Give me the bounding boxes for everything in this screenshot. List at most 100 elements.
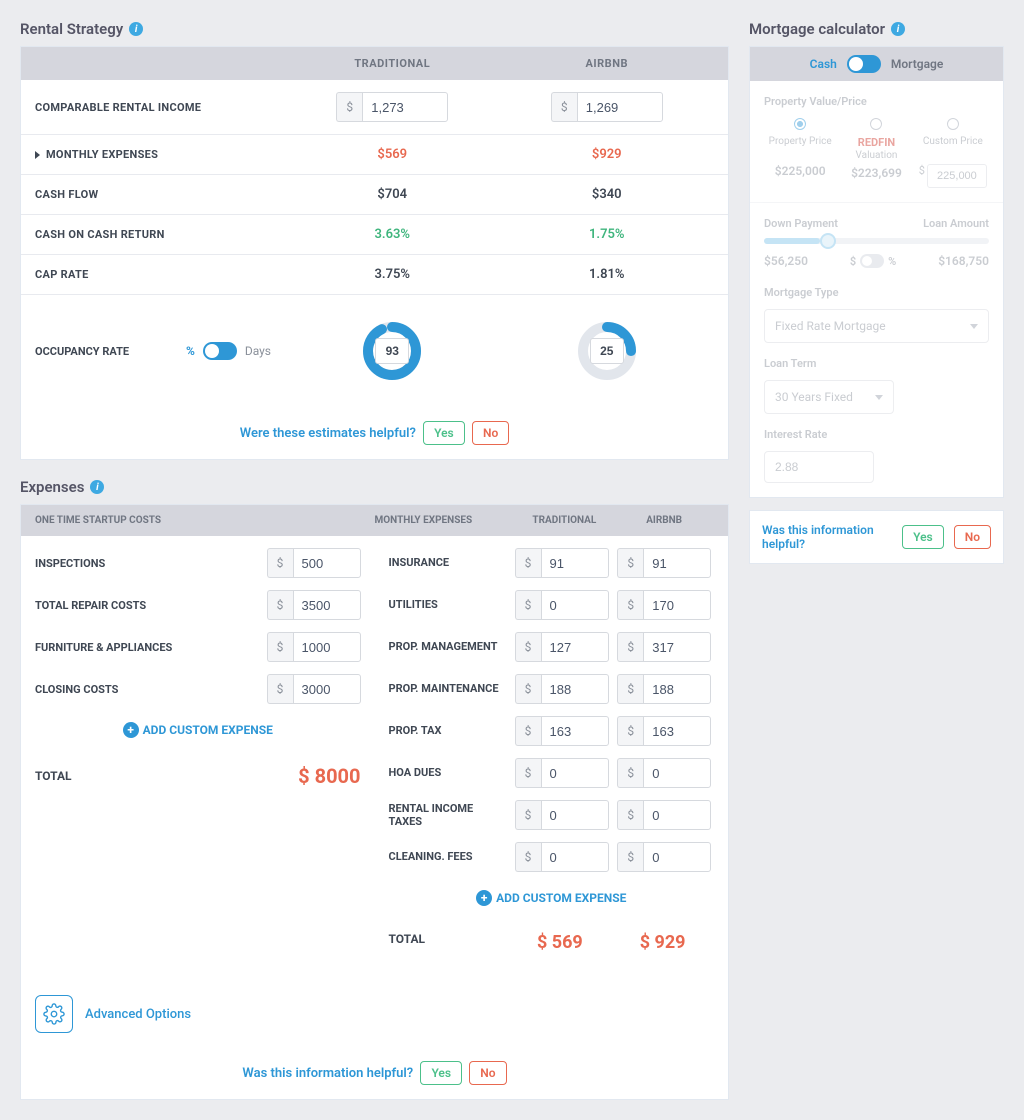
row-monthly-expenses[interactable]: MONTHLY EXPENSES $569 $929 [21, 135, 728, 175]
hoa-airbnb-input[interactable] [643, 758, 711, 788]
inspections-input[interactable] [293, 548, 361, 578]
property-price-value: $225,000 [764, 164, 836, 178]
dollar-prefix: $ [617, 548, 643, 578]
mortgage-helpful-prompt: Was this information helpful? Yes No [749, 510, 1004, 564]
rs-column-headers: TRADITIONAL AIRBNB [21, 47, 728, 80]
occupancy-airbnb-input[interactable] [590, 338, 624, 364]
mortgage-label: Mortgage calculator [749, 20, 885, 38]
interest-rate-input[interactable] [764, 451, 874, 483]
plus-icon: + [123, 722, 139, 738]
down-payment-value: $56,250 [764, 254, 808, 268]
dp-unit-toggle[interactable] [860, 254, 884, 268]
inspections-label: INSPECTIONS [35, 557, 267, 570]
cleaning-traditional-input[interactable] [541, 842, 609, 872]
dollar-prefix: $ [515, 632, 541, 662]
exp-helpful-prompt: Was this information helpful? Yes No [21, 1047, 728, 1099]
exp-row-repair: TOTAL REPAIR COSTS $ [35, 584, 361, 626]
dollar-prefix: $ [515, 590, 541, 620]
mortgage-panel: Cash Mortgage Property Value/Price Prope… [749, 46, 1004, 498]
redfin-valuation-option[interactable]: REDFINValuation $223,699 [840, 118, 912, 188]
loan-amount-label: Loan Amount [923, 217, 989, 230]
comparable-income-airbnb-input[interactable] [577, 92, 663, 122]
insurance-traditional-input[interactable] [541, 548, 609, 578]
closing-label: CLOSING COSTS [35, 683, 267, 696]
custom-price-option[interactable]: Custom Price $ [917, 118, 989, 188]
insurance-airbnb-input[interactable] [643, 548, 711, 578]
dp-pct-label: % [888, 255, 896, 268]
mortgage-helpful-text: Was this information helpful? [762, 523, 892, 551]
occupancy-pct-label: % [186, 344, 195, 358]
monthly-total-row: TOTAL $ 569 $ 929 [389, 918, 715, 967]
utilities-traditional-input[interactable] [541, 590, 609, 620]
custom-price-label: Custom Price [917, 136, 989, 160]
rs-helpful-yes-button[interactable]: Yes [423, 421, 465, 445]
cash-label: Cash [810, 57, 837, 71]
monthly-expenses-airbnb: $929 [500, 147, 715, 162]
dollar-prefix: $ [515, 716, 541, 746]
rs-helpful-no-button[interactable]: No [472, 421, 509, 445]
mortgage-type-select[interactable]: Fixed Rate Mortgage [764, 309, 989, 343]
occupancy-traditional-input[interactable] [375, 338, 409, 364]
property-price-option[interactable]: Property Price $225,000 [764, 118, 836, 188]
dollar-prefix: $ [267, 548, 293, 578]
mortgage-helpful-no-button[interactable]: No [954, 525, 991, 549]
exp-row-furniture: FURNITURE & APPLIANCES $ [35, 626, 361, 668]
mortgage-helpful-yes-button[interactable]: Yes [902, 525, 944, 549]
dollar-prefix: $ [617, 590, 643, 620]
dollar-prefix: $ [267, 590, 293, 620]
cash-mortgage-toggle[interactable] [847, 55, 881, 73]
gear-icon [35, 995, 73, 1033]
dollar-prefix: $ [515, 674, 541, 704]
advanced-options-button[interactable]: Advanced Options [21, 981, 728, 1047]
cleaning-airbnb-input[interactable] [643, 842, 711, 872]
monthly-expenses-traditional: $569 [285, 147, 500, 162]
exp-row-utilities: UTILITIES $ $ [389, 584, 715, 626]
dollar-prefix: $ [551, 92, 577, 122]
exp-row-income-tax: RENTAL INCOME TAXES $ $ [389, 794, 715, 836]
custom-price-input[interactable] [927, 164, 987, 188]
dollar-prefix: $ [617, 758, 643, 788]
repair-input[interactable] [293, 590, 361, 620]
hoa-traditional-input[interactable] [541, 758, 609, 788]
exp-row-management: PROP. MANAGEMENT $ $ [389, 626, 715, 668]
redfin-value: $223,699 [840, 166, 912, 180]
utilities-airbnb-input[interactable] [643, 590, 711, 620]
management-airbnb-input[interactable] [643, 632, 711, 662]
maintenance-traditional-input[interactable] [541, 674, 609, 704]
monthly-total-traditional: $ 569 [509, 932, 612, 953]
add-custom-label: ADD CUSTOM EXPENSE [496, 891, 626, 905]
radio-icon [870, 118, 882, 130]
maintenance-airbnb-input[interactable] [643, 674, 711, 704]
loan-term-label: Loan Term [764, 357, 989, 370]
cap-rate-traditional: 3.75% [285, 267, 500, 282]
furniture-input[interactable] [293, 632, 361, 662]
dollar-prefix: $ [617, 800, 643, 830]
info-icon[interactable]: i [891, 22, 905, 36]
exp-helpful-yes-button[interactable]: Yes [420, 1061, 462, 1085]
dollar-prefix: $ [515, 548, 541, 578]
tax-airbnb-input[interactable] [643, 716, 711, 746]
loan-amount-value: $168,750 [938, 254, 989, 268]
expenses-header: ONE TIME STARTUP COSTS MONTHLY EXPENSES … [21, 505, 728, 536]
tax-traditional-input[interactable] [541, 716, 609, 746]
info-icon[interactable]: i [90, 480, 104, 494]
loan-term-select[interactable]: 30 Years Fixed [764, 380, 894, 414]
income-tax-traditional-input[interactable] [541, 800, 609, 830]
interest-rate-label: Interest Rate [764, 428, 989, 441]
add-custom-onetime-button[interactable]: +ADD CUSTOM EXPENSE [35, 710, 361, 750]
down-payment-slider[interactable] [764, 238, 989, 244]
rental-strategy-label: Rental Strategy [20, 20, 123, 38]
comparable-income-traditional-input[interactable] [362, 92, 448, 122]
income-tax-airbnb-input[interactable] [643, 800, 711, 830]
add-custom-monthly-button[interactable]: +ADD CUSTOM EXPENSE [389, 878, 715, 918]
exp-row-insurance: INSURANCE $ $ [389, 542, 715, 584]
management-traditional-input[interactable] [541, 632, 609, 662]
row-comparable-income: COMPARABLE RENTAL INCOME $ $ [21, 80, 728, 135]
exp-helpful-no-button[interactable]: No [469, 1061, 506, 1085]
occupancy-unit-toggle[interactable] [203, 342, 237, 360]
info-icon[interactable]: i [129, 22, 143, 36]
dollar-prefix: $ [515, 842, 541, 872]
down-payment-label: Down Payment [764, 217, 838, 230]
closing-input[interactable] [293, 674, 361, 704]
mortgage-type-value: Fixed Rate Mortgage [775, 319, 886, 333]
